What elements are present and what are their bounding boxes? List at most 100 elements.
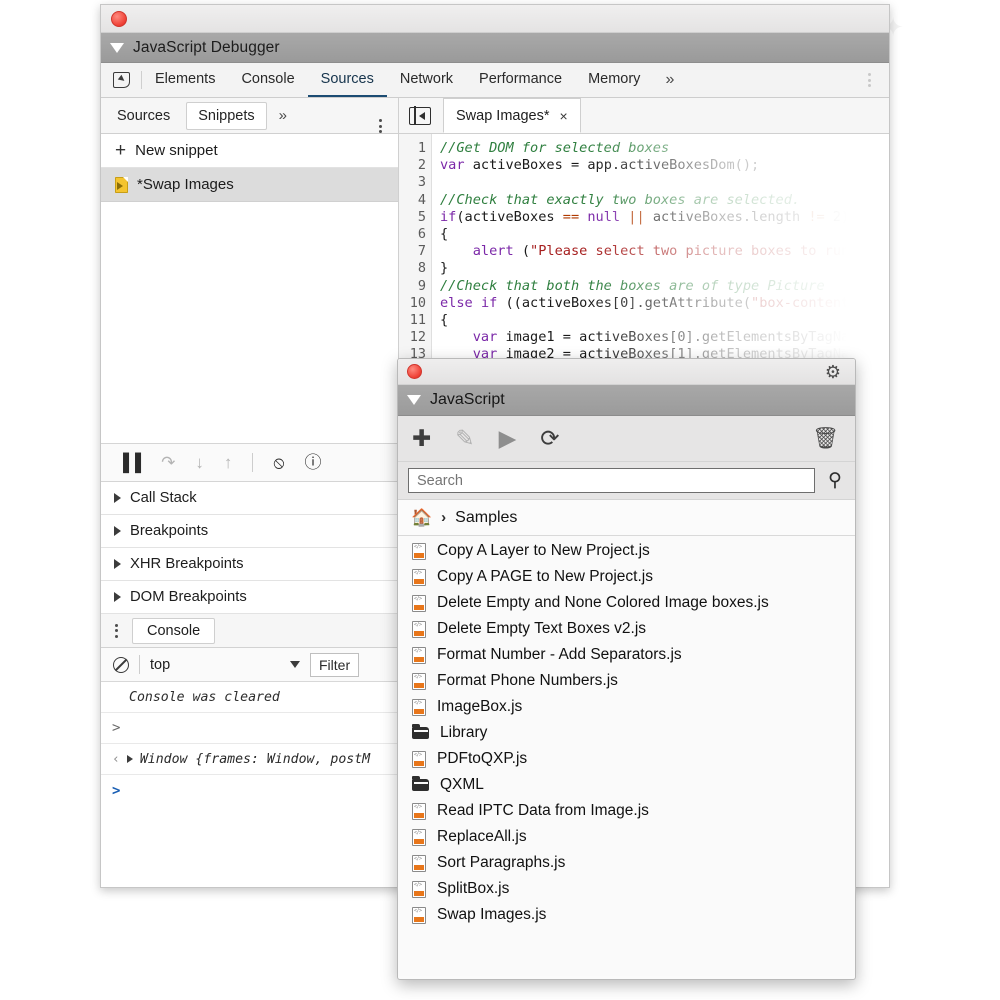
screenshot-root: ✦ rans ✕ ⚙ JavaScript Debugger Elements …	[0, 0, 1000, 1000]
tab-performance[interactable]: Performance	[466, 63, 575, 97]
js-document-icon	[412, 569, 426, 586]
clear-console-icon[interactable]	[113, 657, 129, 673]
palette-title: JavaScript	[430, 391, 505, 409]
accordion-label: XHR Breakpoints	[130, 556, 244, 572]
script-list-item[interactable]: Copy A PAGE to New Project.js	[398, 564, 855, 590]
script-list-item[interactable]: Swap Images.js	[398, 902, 855, 928]
console-context-value: top	[150, 657, 170, 673]
tab-network[interactable]: Network	[387, 63, 466, 97]
close-window-button[interactable]	[111, 11, 127, 27]
sources-subtab-row: Sources Snippets » Swap Images* ×	[101, 98, 889, 134]
window-title: JavaScript Debugger	[133, 39, 280, 57]
deactivate-breakpoints-icon[interactable]: ⦸	[273, 454, 284, 471]
close-file-tab-icon[interactable]: ×	[560, 108, 568, 124]
debugger-controls-toolbar: ▐▐ ↷ ↓ ↑ ⦸ ⓘ	[101, 443, 399, 482]
toolbar-divider	[139, 655, 140, 674]
pause-on-exceptions-icon[interactable]: ⓘ	[304, 454, 321, 471]
edit-script-icon[interactable]: ✎	[455, 427, 474, 450]
home-icon[interactable]: 🏠	[411, 509, 432, 526]
collapse-triangle-icon[interactable]	[407, 395, 421, 405]
line-number: 10	[399, 295, 431, 312]
script-file-list[interactable]: Copy A Layer to New Project.jsCopy A PAG…	[398, 536, 855, 976]
console-message-cleared: Console was cleared	[101, 682, 431, 713]
add-script-icon[interactable]: ✚	[412, 427, 431, 450]
list-item-label: Delete Empty and None Colored Image boxe…	[437, 594, 769, 612]
accordion-breakpoints[interactable]: Breakpoints	[101, 515, 399, 548]
step-out-icon[interactable]: ↑	[224, 454, 233, 471]
palette-window-chrome: ⚙	[398, 359, 855, 385]
resume-pause-icon[interactable]: ▐▐	[117, 454, 141, 471]
script-list-item[interactable]: ReplaceAll.js	[398, 824, 855, 850]
script-list-item[interactable]: SplitBox.js	[398, 876, 855, 902]
line-number: 12	[399, 329, 431, 346]
drawer-tab-console[interactable]: Console	[132, 618, 215, 644]
console-result-row[interactable]: ‹ Window {frames: Window, postM	[101, 744, 431, 775]
code-line: else if ((activeBoxes[0].getAttribute("b…	[440, 295, 857, 312]
editor-tab-strip: Swap Images* ×	[399, 98, 889, 133]
prompt-caret-icon: >	[112, 783, 120, 799]
script-list-item[interactable]: Delete Empty Text Boxes v2.js	[398, 616, 855, 642]
drawer-kebab-icon[interactable]	[115, 624, 118, 638]
tab-elements[interactable]: Elements	[142, 63, 228, 97]
folder-list-item[interactable]: QXML	[398, 772, 855, 798]
accordion-label: Call Stack	[130, 490, 197, 506]
list-item-label: Format Number - Add Separators.js	[437, 646, 682, 664]
snippets-kebab-icon[interactable]	[379, 109, 382, 133]
subtab-snippets[interactable]: Snippets	[186, 102, 266, 130]
console-prompt-row[interactable]: >	[101, 713, 431, 744]
more-subtabs-chevron-icon[interactable]: »	[279, 107, 287, 124]
script-list-item[interactable]: Delete Empty and None Colored Image boxe…	[398, 590, 855, 616]
subtab-sources[interactable]: Sources	[107, 104, 180, 128]
accordion-dom-breakpoints[interactable]: DOM Breakpoints	[101, 581, 399, 614]
return-arrow-icon: ‹	[112, 752, 120, 767]
search-input-wrapper[interactable]	[408, 468, 815, 493]
gear-icon[interactable]: ⚙	[824, 363, 842, 381]
new-snippet-button[interactable]: + New snippet	[101, 134, 398, 168]
code-line: //Check that exactly two boxes are selec…	[440, 192, 857, 209]
refresh-scripts-icon[interactable]: ⟳	[540, 427, 559, 450]
search-icon[interactable]: ⚲	[825, 469, 845, 492]
console-active-prompt-row[interactable]: >	[101, 775, 431, 806]
console-filter-input[interactable]: Filter	[310, 653, 359, 677]
editor-file-tab[interactable]: Swap Images* ×	[443, 98, 581, 133]
js-document-icon	[412, 595, 426, 612]
script-list-item[interactable]: Format Number - Add Separators.js	[398, 642, 855, 668]
script-list-item[interactable]: Format Phone Numbers.js	[398, 668, 855, 694]
new-snippet-label: New snippet	[135, 142, 218, 159]
console-result-text: Window {frames: Window, postM	[140, 752, 370, 767]
tab-sources[interactable]: Sources	[308, 63, 387, 97]
script-list-item[interactable]: ImageBox.js	[398, 694, 855, 720]
script-list-item[interactable]: PDFtoQXP.js	[398, 746, 855, 772]
js-document-icon	[412, 803, 426, 820]
delete-script-icon[interactable]: 🗑	[812, 428, 839, 449]
script-list-item[interactable]: Sort Paragraphs.js	[398, 850, 855, 876]
console-context-select[interactable]: top	[150, 657, 300, 673]
collapse-triangle-icon[interactable]	[110, 43, 124, 53]
tab-console[interactable]: Console	[228, 63, 307, 97]
close-palette-button[interactable]	[407, 364, 422, 379]
inspect-element-button[interactable]	[101, 63, 141, 97]
folder-list-item[interactable]: Library	[398, 720, 855, 746]
list-item-label: Delete Empty Text Boxes v2.js	[437, 620, 646, 638]
accordion-label: Breakpoints	[130, 523, 208, 539]
breadcrumb-current[interactable]: Samples	[455, 509, 517, 527]
line-number: 2	[399, 157, 431, 174]
accordion-call-stack[interactable]: Call Stack	[101, 482, 399, 515]
accordion-xhr-breakpoints[interactable]: XHR Breakpoints	[101, 548, 399, 581]
tab-memory[interactable]: Memory	[575, 63, 653, 97]
run-script-icon[interactable]: ▶	[499, 427, 517, 450]
search-input[interactable]	[417, 473, 806, 489]
devtools-settings-kebab-icon[interactable]	[868, 63, 871, 97]
step-into-icon[interactable]: ↓	[195, 454, 204, 471]
palette-title-bar: JavaScript	[398, 385, 855, 416]
snippet-file-icon	[115, 177, 128, 193]
js-document-icon	[412, 829, 426, 846]
expand-object-triangle-icon[interactable]	[127, 755, 133, 763]
code-line: //Get DOM for selected boxes	[440, 140, 857, 157]
toggle-navigator-icon[interactable]	[409, 107, 431, 125]
more-tabs-chevron-icon[interactable]: »	[653, 63, 686, 97]
snippet-item-swap-images[interactable]: *Swap Images	[101, 168, 398, 202]
step-over-icon[interactable]: ↷	[161, 454, 175, 471]
script-list-item[interactable]: Copy A Layer to New Project.js	[398, 538, 855, 564]
script-list-item[interactable]: Read IPTC Data from Image.js	[398, 798, 855, 824]
